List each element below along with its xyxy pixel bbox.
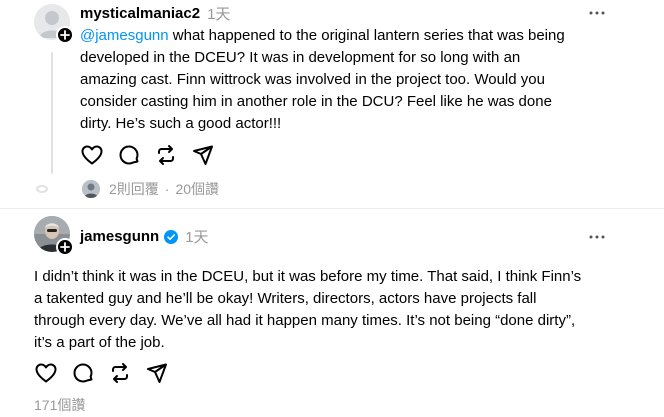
share-icon[interactable] <box>191 143 215 167</box>
avatar-mysticalmaniac2[interactable] <box>34 4 74 44</box>
replier-avatar <box>82 180 100 198</box>
post-divider <box>0 208 664 209</box>
text-line: consider casting him in another role in … <box>80 93 552 110</box>
heart-icon[interactable] <box>34 361 58 385</box>
avatar-jamesgunn[interactable] <box>34 216 74 256</box>
follow-plus-icon[interactable] <box>56 26 74 44</box>
like-count-link[interactable]: 171個讚 <box>34 395 85 415</box>
text-line: it’s a part of the job. <box>34 334 165 351</box>
share-icon[interactable] <box>145 361 169 385</box>
text-line: dirty. He’s such a good actor!!! <box>80 115 282 132</box>
username[interactable]: jamesgunn <box>80 228 159 245</box>
follow-plus-icon[interactable] <box>56 238 74 256</box>
post2-body: I didn’t think it was in the DCEU, but i… <box>34 266 660 354</box>
post1-body: @jamesgunn what happened to the original… <box>80 25 660 135</box>
like-count-link[interactable]: 20個讚 <box>175 179 219 199</box>
post1-meta: 2則回覆 · 20個讚 <box>82 179 219 199</box>
text-line: amazing cast. Finn wittrock was involved… <box>80 71 545 88</box>
text-line: through every day. We’ve all had it happ… <box>34 312 576 329</box>
text-line: I didn’t think it was in the DCEU, but i… <box>34 268 582 285</box>
repost-icon[interactable] <box>154 143 178 167</box>
timestamp[interactable]: 1天 <box>207 3 230 24</box>
post2-header: jamesgunn 1天 <box>80 226 209 247</box>
more-icon[interactable] <box>587 229 607 245</box>
post1-actions <box>80 143 228 167</box>
reply-count-link[interactable]: 2則回覆 <box>109 179 159 199</box>
text-line: a takented guy and he’ll be okay! Writer… <box>34 290 537 307</box>
heart-icon[interactable] <box>80 143 104 167</box>
thread-line <box>51 52 53 174</box>
timestamp[interactable]: 1天 <box>185 226 208 247</box>
username[interactable]: mysticalmaniac2 <box>80 5 200 22</box>
post1-header: mysticalmaniac2 1天 <box>80 3 230 24</box>
more-icon[interactable] <box>587 5 607 21</box>
comment-icon[interactable] <box>117 143 141 167</box>
thread-end-marker <box>36 185 48 193</box>
mention-link[interactable]: @jamesgunn <box>80 27 169 44</box>
text-line: developed in the DCEU? It was in develop… <box>80 49 521 66</box>
text-line: @jamesgunn what happened to the original… <box>80 27 565 44</box>
verified-badge-icon <box>164 229 179 244</box>
meta-separator: · <box>164 181 170 197</box>
post2-actions <box>34 361 182 385</box>
comment-icon[interactable] <box>71 361 95 385</box>
repost-icon[interactable] <box>108 361 132 385</box>
